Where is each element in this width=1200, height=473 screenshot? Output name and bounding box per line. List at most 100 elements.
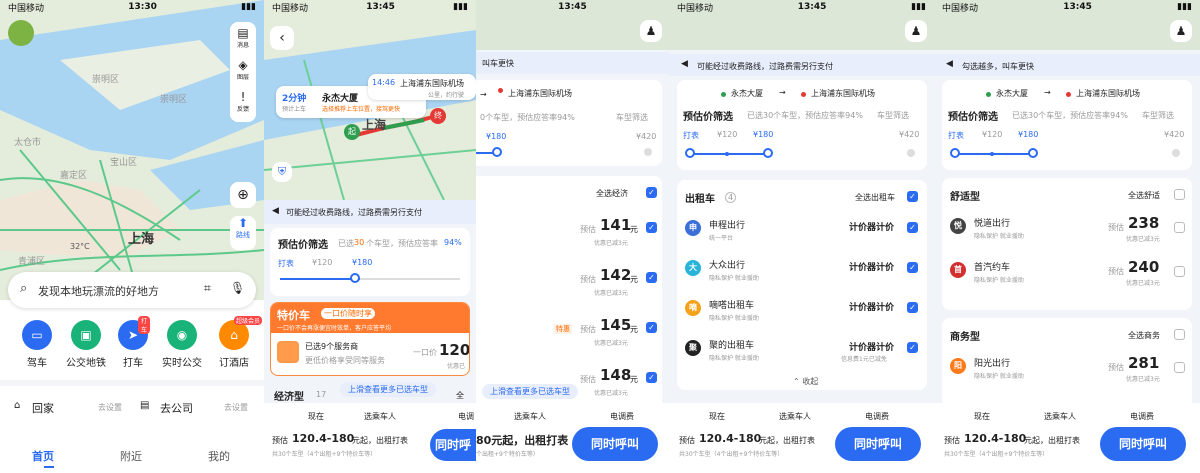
checkbox[interactable]: ✓: [907, 262, 918, 273]
checkbox[interactable]: ✓: [646, 272, 657, 283]
price-value: 281: [1128, 354, 1160, 372]
select-all[interactable]: 全: [456, 390, 464, 401]
tab-call[interactable]: 电调: [458, 411, 474, 422]
price-row[interactable]: 特惠 预估 145 元优惠已减3元 ✓: [476, 310, 662, 354]
slider-handle[interactable]: [950, 148, 960, 158]
checkbox[interactable]: ✓: [907, 222, 918, 233]
checkbox[interactable]: ✓: [646, 372, 657, 383]
tab-passenger[interactable]: 选乘车人: [1044, 411, 1076, 422]
taxi-row[interactable]: 嘀 嘀嗒出租车 隐私保护 就业援助 计价器计价 ✓: [677, 294, 927, 330]
taxi-row[interactable]: 大 大众出行 隐私保护 就业援助 计价器计价 ✓: [677, 254, 927, 290]
tab-passenger[interactable]: 选乘车人: [514, 411, 546, 422]
checkbox[interactable]: [1174, 362, 1185, 373]
locate-button[interactable]: ⊕: [230, 182, 256, 208]
checkbox[interactable]: [1174, 329, 1185, 340]
scan-icon[interactable]: ⌗: [204, 281, 211, 296]
checkbox[interactable]: ✓: [646, 187, 657, 198]
select-all[interactable]: 全选出租车: [855, 192, 895, 203]
slider-handle[interactable]: [685, 148, 695, 158]
checkbox[interactable]: [1174, 222, 1185, 233]
safety-button[interactable]: ⛨: [272, 162, 292, 182]
call-button[interactable]: 同时呼叫: [572, 427, 658, 461]
select-all[interactable]: 全选舒适: [1128, 190, 1160, 201]
checkbox[interactable]: ✓: [646, 222, 657, 233]
nav-home[interactable]: 首页: [32, 448, 54, 464]
special-row: 已选9个服务商: [305, 342, 359, 351]
more-pill[interactable]: 上滑查看更多已选车型: [482, 384, 578, 399]
route-button[interactable]: ⬆ 路线: [230, 216, 256, 250]
price-slider[interactable]: [280, 278, 360, 280]
home-set-link[interactable]: 去设置: [98, 402, 122, 413]
price-row[interactable]: 预估 141 元优惠已减3元 ✓: [476, 210, 662, 254]
dest-time: 14:46: [372, 78, 396, 87]
quick-transit[interactable]: ▣ 公交地铁: [62, 320, 110, 369]
nav-nearby[interactable]: 附近: [120, 448, 142, 464]
filter-tag[interactable]: 车型筛选: [616, 112, 648, 123]
search-bar[interactable]: ⌕ 发现本地玩漂流的好地方 ⌗ 🎙: [8, 272, 256, 308]
home-map-screen: 崇明区 崇明区 太仓市 宝山区 嘉定区 上海 青浦区 32°C 中国移动 13:3…: [0, 0, 264, 473]
quick-hotel[interactable]: ⌂ 订酒店 超级会员: [212, 316, 263, 369]
tab-call[interactable]: 电调费: [610, 411, 634, 422]
taxi-badge: 打车: [138, 316, 150, 334]
scale-label: ¥420: [636, 132, 657, 141]
checkbox[interactable]: ✓: [907, 302, 918, 313]
quick-realtime-bus[interactable]: ◉ 实时公交: [158, 320, 206, 369]
user-button[interactable]: ♟: [640, 20, 662, 42]
back-button[interactable]: ‹: [270, 26, 294, 50]
work-shortcut[interactable]: 去公司: [160, 400, 193, 416]
user-button[interactable]: ♟: [1170, 20, 1192, 42]
select-all[interactable]: 全选商务: [1128, 330, 1160, 341]
slider-handle[interactable]: [350, 273, 360, 283]
user-button[interactable]: ♟: [905, 20, 927, 42]
tab-passenger[interactable]: 选乘车人: [364, 411, 396, 422]
dest-bubble[interactable]: 14:46 上海浦东国际机场 公里，约行驶: [368, 74, 476, 100]
price-slider[interactable]: [689, 153, 769, 155]
scale-label: ¥120: [982, 130, 1003, 139]
quick-drive[interactable]: ▭ 驾车: [20, 320, 54, 369]
price-value: 238: [1128, 214, 1160, 232]
slider-handle[interactable]: [492, 147, 502, 157]
collapse-toggle[interactable]: ⌃ 收起: [793, 376, 818, 387]
tab-call[interactable]: 电调费: [1130, 411, 1154, 422]
filter-title: 预估价筛选: [948, 112, 998, 123]
work-set-link[interactable]: 去设置: [224, 402, 248, 413]
taxi-row[interactable]: 聚 聚的出租车 隐私保护 就业援助 计价器计价 信息费1元已减免 ✓: [677, 334, 927, 370]
tab-now[interactable]: 现在: [709, 411, 725, 422]
slider-handle[interactable]: [763, 148, 773, 158]
avatar[interactable]: [8, 20, 34, 46]
map-view[interactable]: 崇明区 崇明区 太仓市 宝山区 嘉定区 上海 青浦区 32°C: [0, 0, 264, 300]
checkbox[interactable]: ✓: [646, 322, 657, 333]
feedback-button[interactable]: ! 反馈: [230, 90, 256, 113]
quick-taxi[interactable]: ➤ 打车 打车: [116, 316, 150, 369]
tab-now[interactable]: 现在: [308, 411, 324, 422]
mic-icon[interactable]: 🎙: [230, 281, 245, 295]
call-button[interactable]: 同时呼叫: [430, 429, 476, 473]
filter-tag[interactable]: 车型筛选: [1142, 110, 1174, 121]
checkbox[interactable]: [1174, 189, 1185, 200]
tab-passenger[interactable]: 选乘车人: [779, 411, 811, 422]
price-slider[interactable]: [954, 153, 1034, 155]
select-all[interactable]: 全选经济: [596, 188, 628, 199]
car-row[interactable]: 悦 悦道出行 隐私保护 就业援助 预估 238 优惠已减3元: [942, 210, 1192, 250]
car-row[interactable]: 首 首汽约车 隐私保护 就业援助 预估 240 优惠已减3元: [942, 254, 1192, 294]
carrier-text: 中国移动: [8, 3, 45, 14]
nav-me[interactable]: 我的: [208, 448, 230, 464]
filter-tag[interactable]: 车型筛选: [877, 110, 909, 121]
layers-button[interactable]: ◈ 图层: [230, 58, 256, 81]
special-car-card[interactable]: 特价车 一口价随时享 一口价不会再涨便宜时效单，客户应答平均 已选9个服务商 更…: [270, 302, 470, 376]
car-row[interactable]: 阳 阳光出行 隐私保护 就业援助 预估 281 优惠已减3元: [942, 350, 1192, 390]
call-button[interactable]: 同时呼叫: [835, 427, 921, 461]
message-button[interactable]: ▤ 消息: [230, 26, 256, 49]
call-button[interactable]: 同时呼叫: [1100, 427, 1186, 461]
checkbox[interactable]: ✓: [907, 342, 918, 353]
home-shortcut[interactable]: 回家: [32, 400, 54, 416]
more-pill[interactable]: 上滑查看更多已选车型: [340, 382, 436, 397]
price-row[interactable]: 预估 142 元优惠已减3元 ✓: [476, 260, 662, 304]
tab-call[interactable]: 电调费: [865, 411, 889, 422]
tab-now[interactable]: 现在: [974, 411, 990, 422]
taxi-row[interactable]: 申 申程出行 统一平台 计价器计价 ✓: [677, 214, 927, 250]
checkbox[interactable]: [1174, 266, 1185, 277]
checkbox[interactable]: ✓: [907, 191, 918, 202]
filter-sub: 已选: [338, 239, 354, 248]
slider-handle[interactable]: [1028, 148, 1038, 158]
